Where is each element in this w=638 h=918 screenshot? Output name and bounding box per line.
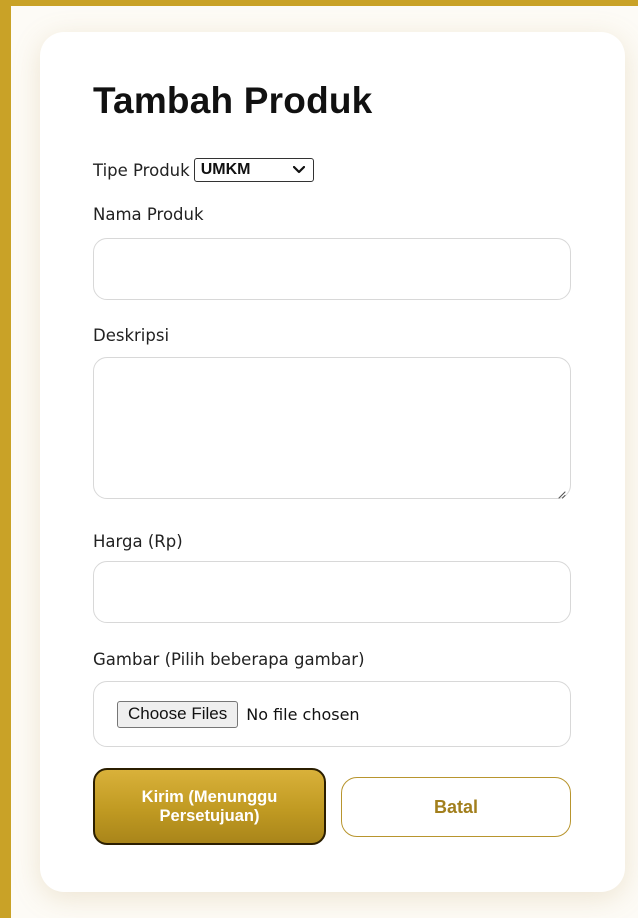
product-name-label: Nama Produk — [93, 205, 204, 224]
submit-button-label: Kirim (Menunggu Persetujuan) — [141, 787, 278, 825]
image-file-input[interactable]: Choose Files No file chosen — [93, 681, 571, 747]
cancel-button-label: Batal — [433, 796, 478, 817]
submit-button[interactable]: Kirim (Menunggu Persetujuan) — [93, 768, 326, 845]
page-title: Tambah Produk — [93, 80, 373, 121]
chevron-down-icon — [292, 164, 305, 176]
file-status-text: No file chosen — [246, 704, 360, 724]
product-type-select[interactable]: UMKM — [193, 158, 314, 182]
image-label: Gambar (Pilih beberapa gambar) — [93, 650, 365, 669]
description-textarea[interactable] — [93, 357, 571, 499]
description-label: Deskripsi — [93, 326, 170, 345]
price-label: Harga (Rp) — [93, 532, 183, 551]
cancel-button[interactable]: Batal — [341, 777, 571, 837]
choose-files-button[interactable]: Choose Files — [117, 700, 239, 728]
product-type-label: Tipe Produk — [93, 160, 190, 180]
product-name-input[interactable] — [93, 238, 571, 300]
product-type-row: Tipe Produk UMKM — [93, 158, 314, 182]
resize-handle-icon[interactable] — [557, 486, 566, 499]
product-type-value: UMKM — [200, 161, 251, 178]
price-input[interactable] — [93, 561, 571, 623]
